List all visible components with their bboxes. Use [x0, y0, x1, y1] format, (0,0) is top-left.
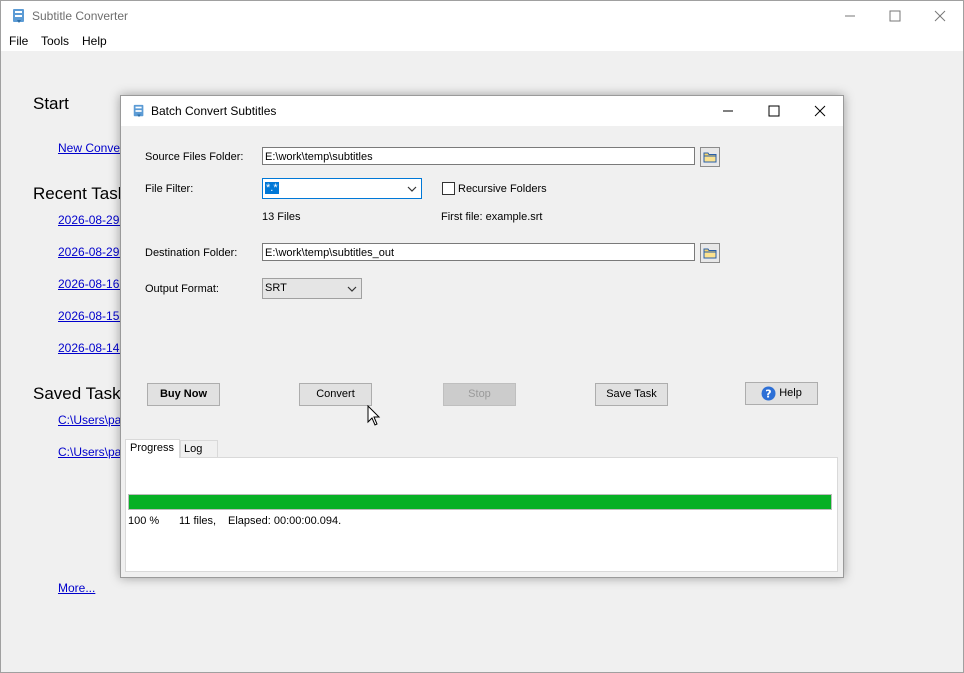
dialog-title: Batch Convert Subtitles [151, 104, 277, 118]
recent-task-link[interactable]: 2026-08-29 1 [58, 213, 129, 227]
batch-convert-dialog: Batch Convert Subtitles Source Files Fol… [120, 95, 844, 578]
progress-files: 11 files, [179, 515, 217, 527]
close-icon [934, 10, 945, 22]
progress-bar [128, 494, 832, 510]
maximize-icon [889, 10, 900, 22]
app-titlebar[interactable]: Subtitle Converter [1, 1, 963, 31]
svg-text:?: ? [765, 387, 771, 400]
folder-icon [703, 248, 717, 259]
source-folder-label: Source Files Folder: [145, 151, 244, 163]
output-format-label: Output Format: [145, 283, 219, 295]
convert-button[interactable]: Convert [299, 383, 372, 406]
buy-now-button[interactable]: Buy Now [147, 383, 220, 406]
first-file-text: First file: example.srt [441, 211, 543, 223]
saved-task-link[interactable]: C:\Users\par [58, 413, 125, 427]
output-format-select[interactable]: SRT [262, 278, 362, 299]
recent-task-link[interactable]: 2026-08-14 1 [58, 341, 129, 355]
recent-task-link[interactable]: 2026-08-29 1 [58, 245, 129, 259]
destination-folder-label: Destination Folder: [145, 247, 238, 259]
file-filter-label: File Filter: [145, 183, 194, 195]
browse-destination-button[interactable] [700, 243, 720, 263]
help-button[interactable]: ? Help [745, 382, 818, 405]
new-convert-link[interactable]: New Convert [58, 141, 127, 155]
more-link[interactable]: More... [58, 581, 95, 595]
close-button[interactable] [917, 1, 962, 31]
mouse-cursor-icon [367, 405, 381, 426]
browse-source-button[interactable] [700, 147, 720, 167]
folder-icon [703, 152, 717, 163]
dialog-maximize-button[interactable] [751, 96, 797, 126]
tab-progress[interactable]: Progress [125, 439, 180, 458]
minimize-icon [844, 15, 855, 17]
saved-task-link[interactable]: C:\Users\par [58, 445, 125, 459]
close-icon [814, 105, 826, 117]
chevron-down-icon [347, 286, 357, 292]
progress-elapsed: Elapsed: 00:00:00.094. [228, 515, 342, 527]
saved-tasks-heading: Saved Tasks [33, 384, 130, 403]
chevron-down-icon [407, 186, 417, 192]
minimize-button[interactable] [827, 1, 872, 31]
file-filter-value: *.* [265, 182, 279, 194]
output-format-value: SRT [265, 282, 287, 294]
minimize-icon [723, 110, 733, 112]
file-filter-combo[interactable]: *.* [262, 178, 422, 199]
recent-task-link[interactable]: 2026-08-15 1 [58, 309, 129, 323]
dialog-app-icon [133, 104, 144, 118]
menubar: File Tools Help [1, 31, 963, 51]
stop-button[interactable]: Stop [443, 383, 516, 406]
destination-folder-input[interactable]: E:\work\temp\subtitles_out [262, 243, 695, 261]
app-title: Subtitle Converter [32, 9, 129, 23]
recursive-folders-checkbox[interactable] [442, 182, 455, 195]
help-button-label: Help [779, 387, 802, 399]
source-folder-input[interactable]: E:\work\temp\subtitles [262, 147, 695, 165]
file-count-text: 13 Files [262, 211, 301, 223]
dialog-minimize-button[interactable] [705, 96, 751, 126]
recent-task-link[interactable]: 2026-08-16 1 [58, 277, 129, 291]
menu-file[interactable]: File [9, 34, 28, 48]
recursive-folders-label[interactable]: Recursive Folders [458, 183, 547, 195]
help-icon: ? [761, 386, 776, 401]
progress-percent: 100 % [128, 515, 160, 527]
save-task-button[interactable]: Save Task [595, 383, 668, 406]
start-heading: Start [33, 94, 69, 113]
maximize-button[interactable] [872, 1, 917, 31]
app-icon [13, 9, 24, 23]
maximize-icon [768, 105, 780, 117]
menu-help[interactable]: Help [82, 34, 107, 48]
dialog-close-button[interactable] [797, 96, 843, 126]
menu-tools[interactable]: Tools [41, 34, 69, 48]
progress-bar-fill [129, 495, 831, 509]
progress-panel: 100 % 11 files, Elapsed: 00:00:00.094. [125, 457, 838, 572]
dialog-titlebar[interactable]: Batch Convert Subtitles [121, 96, 843, 126]
